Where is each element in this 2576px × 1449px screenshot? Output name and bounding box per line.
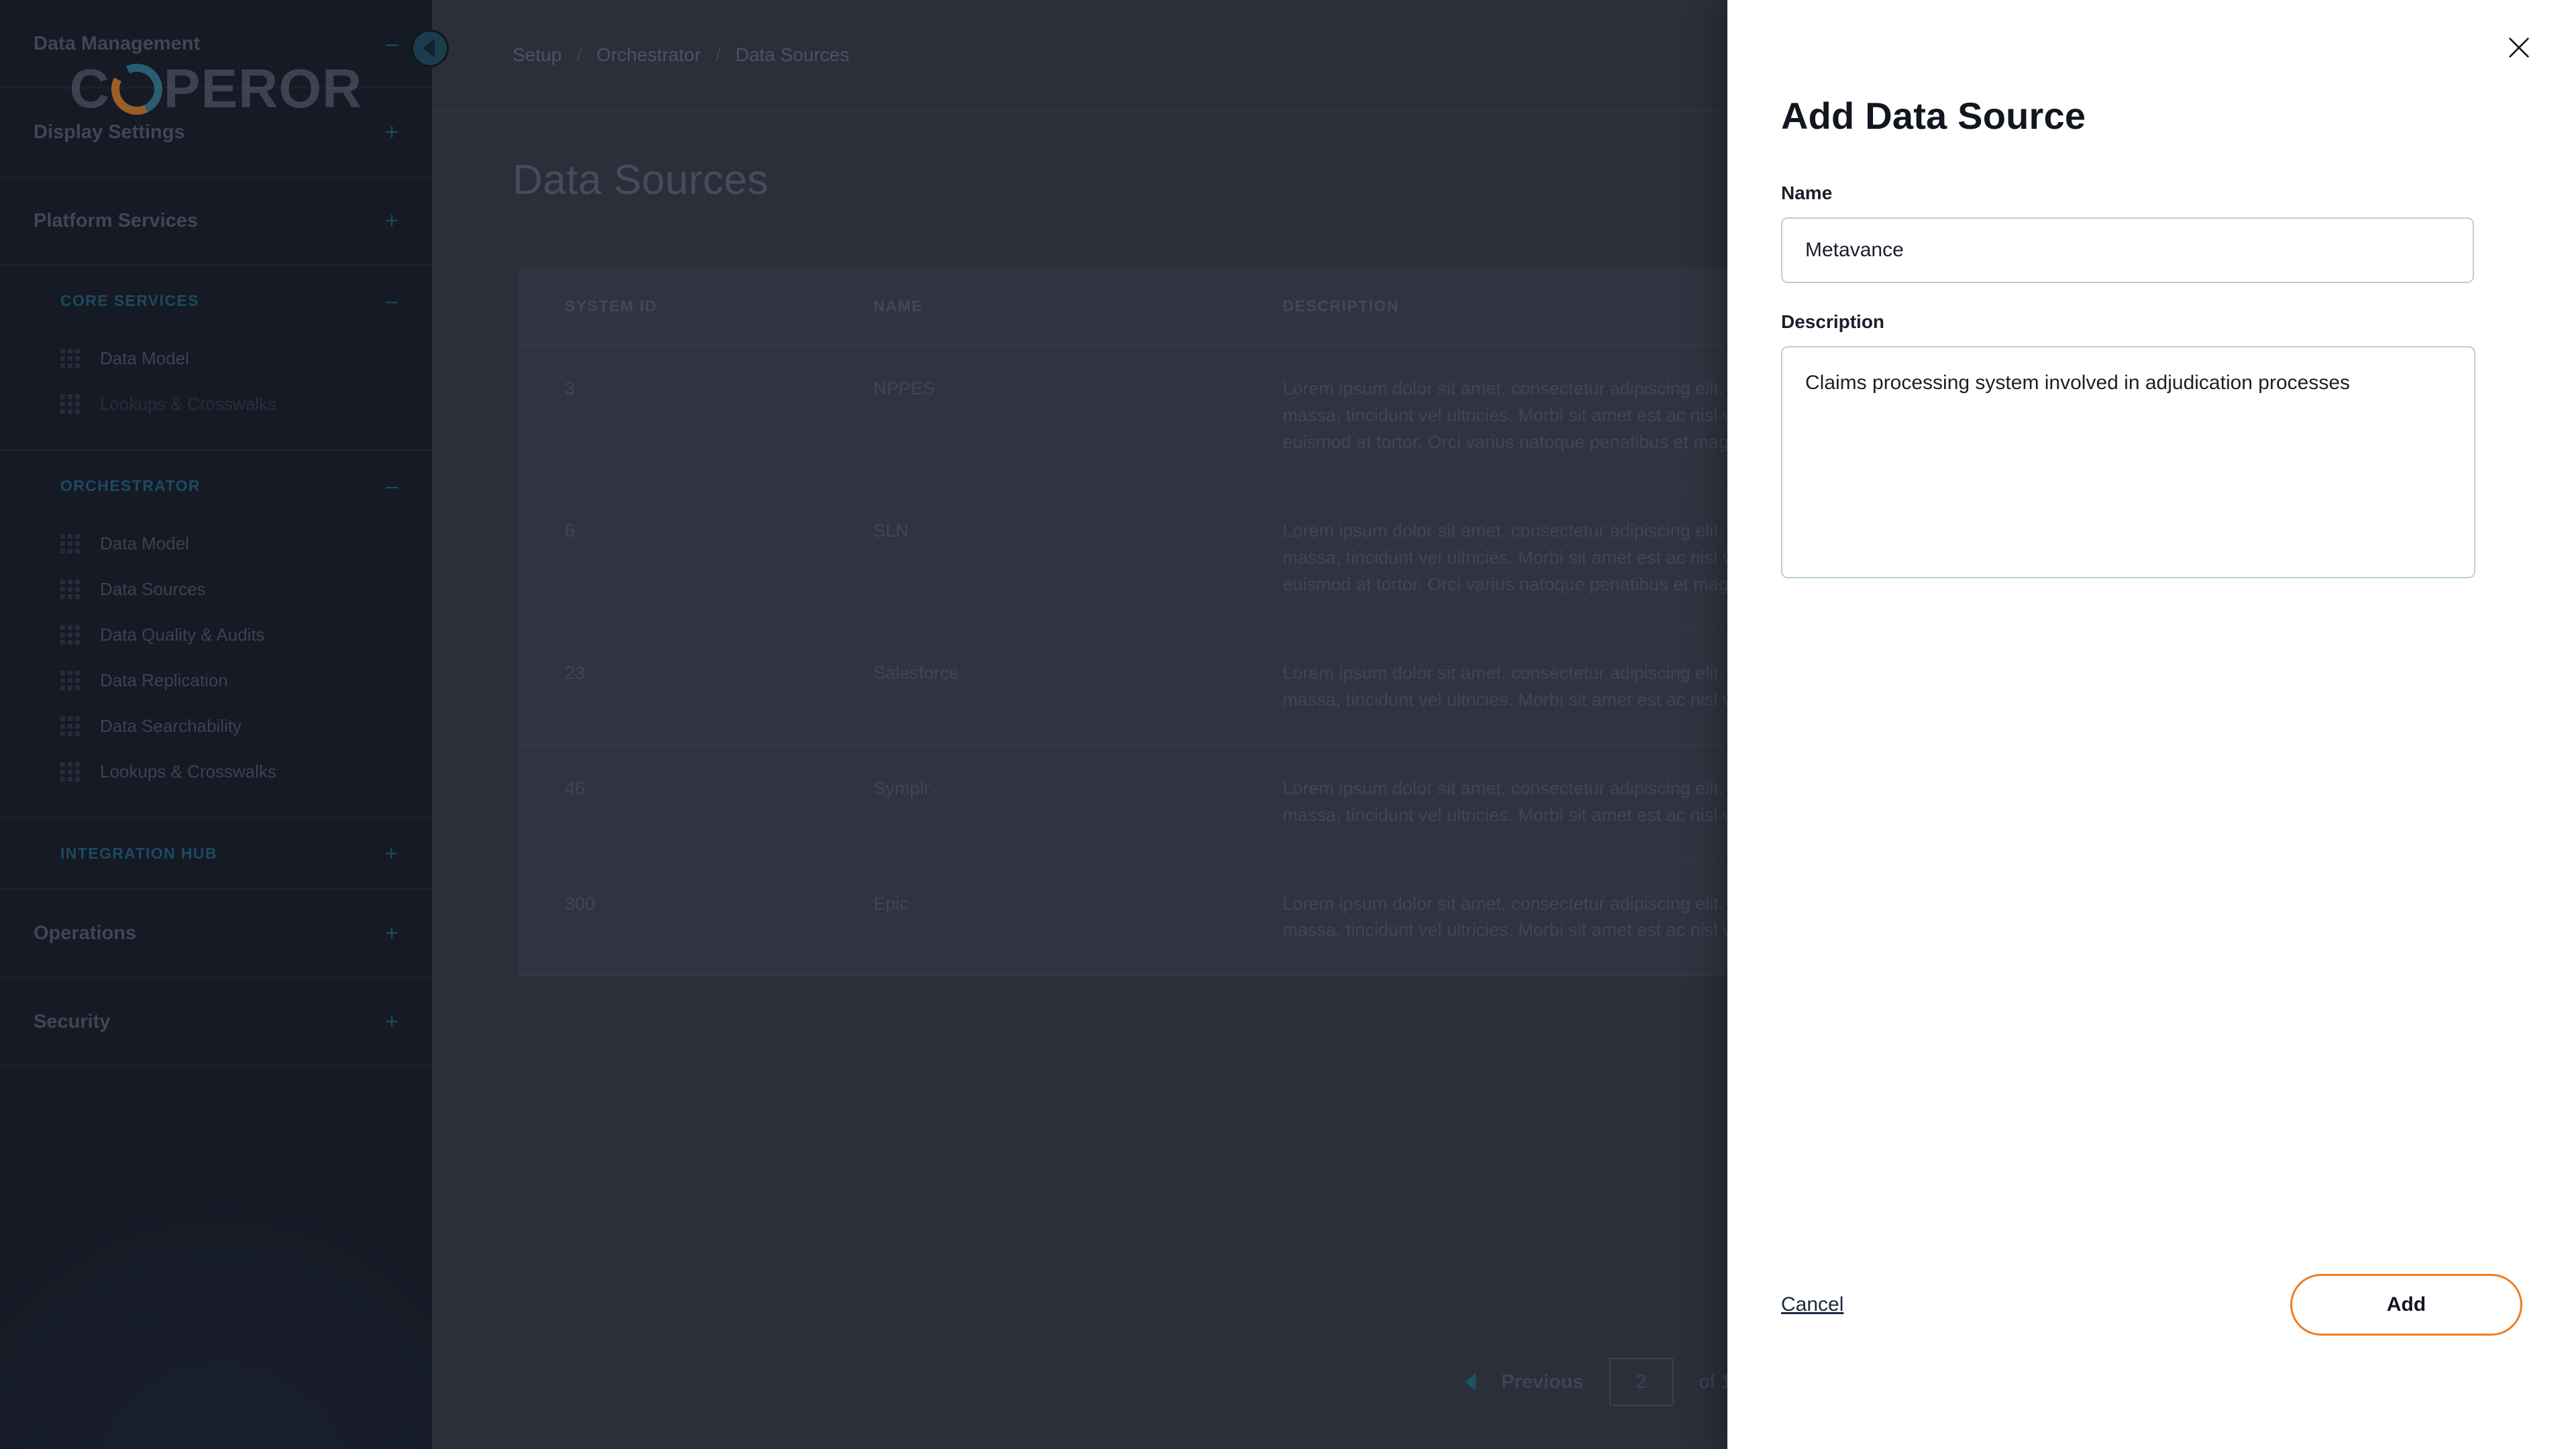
cell-name: Salesforce: [873, 662, 959, 683]
sidebar-group-label: Security: [34, 1010, 111, 1032]
name-input[interactable]: [1781, 217, 2474, 283]
sidebar-bottom-group-0[interactable]: Operations +: [0, 890, 432, 977]
sidebar-group-label: Operations: [34, 922, 137, 944]
sidebar-subsection: CORE SERVICES – Data Model Lookups & Crossw…: [0, 266, 432, 451]
sidebar-subsection-label: INTEGRATION HUB: [60, 844, 217, 862]
grid-dots-icon: [60, 761, 80, 782]
sidebar-subsection-1[interactable]: ORCHESTRATOR –: [0, 451, 432, 521]
sidebar-item-label: Lookups & Crosswalks: [100, 393, 276, 414]
panel-form: Name Description: [1781, 182, 2496, 582]
sidebar-group: Operations +: [0, 890, 432, 978]
sidebar-item[interactable]: Data Sources: [0, 566, 432, 612]
sidebar-item-label: Data Quality & Audits: [100, 624, 265, 645]
previous-arrow-icon: [1465, 1373, 1476, 1391]
grid-dots-icon: [60, 625, 80, 645]
sidebar-item-label: Data Model: [100, 347, 189, 368]
sidebar-subsection: ORCHESTRATOR – Data Model Data Sources Data …: [0, 451, 432, 818]
grid-dots-icon: [60, 579, 80, 599]
cell-name: NPPES: [873, 378, 935, 398]
grid-dots-icon: [60, 533, 80, 553]
sidebar-item-label: Data Searchability: [100, 715, 241, 736]
sidebar-item-label: Lookups & Crosswalks: [100, 761, 276, 782]
sidebar-item[interactable]: Data Searchability: [0, 703, 432, 749]
expand-toggle-icon[interactable]: –: [386, 475, 398, 496]
table-column-header: NAME: [873, 297, 923, 315]
sidebar-item-label: Data Model: [100, 533, 189, 553]
sidebar-subsection-label: CORE SERVICES: [60, 291, 199, 309]
breadcrumb-separator: /: [715, 44, 721, 65]
sidebar-item[interactable]: Data Quality & Audits: [0, 612, 432, 657]
close-icon[interactable]: [2500, 28, 2538, 67]
sidebar-group-label: Display Settings: [34, 121, 185, 143]
sidebar-item-label: Data Replication: [100, 669, 228, 690]
expand-toggle-icon[interactable]: +: [385, 922, 398, 945]
add-data-source-panel: Add Data Source Name Description Cancel …: [1727, 0, 2576, 1449]
expand-toggle-icon[interactable]: +: [385, 1010, 398, 1033]
sidebar-subsection-0[interactable]: CORE SERVICES –: [0, 266, 432, 335]
sidebar-collapse-button[interactable]: [411, 30, 449, 67]
table-column-header: SYSTEM ID: [565, 297, 657, 315]
panel-footer: Cancel Add: [1781, 1248, 2522, 1449]
grid-dots-icon: [60, 716, 80, 736]
sidebar-bottom-group-1[interactable]: Security +: [0, 978, 432, 1065]
expand-toggle-icon[interactable]: –: [386, 290, 398, 311]
sidebar-group: Security +: [0, 978, 432, 1067]
sidebar-item[interactable]: Lookups & Crosswalks: [0, 381, 432, 427]
sidebar-item-label: Data Sources: [100, 578, 206, 599]
name-label: Name: [1781, 182, 1833, 203]
cancel-button[interactable]: Cancel: [1781, 1293, 1843, 1316]
sidebar-group: Data Management –: [0, 0, 432, 89]
sidebar-item[interactable]: Lookups & Crosswalks: [0, 749, 432, 794]
previous-button[interactable]: Previous: [1501, 1371, 1584, 1393]
sidebar-subsection-2[interactable]: INTEGRATION HUB +: [0, 818, 432, 888]
sidebar-group-label: Data Management: [34, 32, 201, 54]
expand-toggle-icon[interactable]: +: [385, 843, 398, 864]
cell-name: Epic: [873, 893, 909, 914]
sidebar-item[interactable]: Data Replication: [0, 657, 432, 703]
cell-system-id: 3: [565, 378, 576, 398]
add-button[interactable]: Add: [2290, 1274, 2522, 1336]
breadcrumb-item[interactable]: Setup: [513, 44, 561, 66]
panel-title: Add Data Source: [1781, 95, 2086, 137]
description-input[interactable]: [1781, 346, 2475, 578]
cell-name: Symplr: [873, 777, 930, 798]
sidebar-subsection-label: ORCHESTRATOR: [60, 476, 201, 494]
sidebar-item[interactable]: Data Model: [0, 521, 432, 566]
app-root: C PEROR Data Management – Display Settings…: [0, 0, 2576, 1449]
breadcrumb-item[interactable]: Orchestrator: [596, 44, 701, 66]
sidebar: C PEROR Data Management – Display Settings…: [0, 0, 432, 1449]
sidebar-group-2[interactable]: Platform Services +: [0, 177, 432, 264]
sidebar-subsection: INTEGRATION HUB +: [0, 818, 432, 890]
sidebar-group: Platform Services +: [0, 177, 432, 266]
sidebar-decorative-glow: [0, 1194, 432, 1449]
grid-dots-icon: [60, 348, 80, 368]
cell-name: SLN: [873, 520, 909, 541]
sidebar-item[interactable]: Data Model: [0, 335, 432, 381]
grid-dots-icon: [60, 394, 80, 414]
breadcrumb-item[interactable]: Data Sources: [735, 44, 849, 66]
cell-system-id: 23: [565, 662, 586, 683]
description-label: Description: [1781, 311, 1885, 332]
grid-dots-icon: [60, 670, 80, 690]
breadcrumb-separator: /: [576, 44, 582, 65]
sidebar-nav: Data Management – Display Settings + Platfor…: [0, 0, 432, 1067]
expand-toggle-icon[interactable]: –: [386, 32, 398, 55]
chevron-left-icon: [423, 39, 435, 58]
sidebar-group: Display Settings +: [0, 89, 432, 177]
cell-system-id: 46: [565, 777, 586, 798]
sidebar-group-0[interactable]: Data Management –: [0, 0, 432, 87]
cell-system-id: 6: [565, 520, 576, 541]
name-field-block: Name: [1781, 182, 2496, 283]
cell-system-id: 300: [565, 893, 596, 914]
sidebar-group-label: Platform Services: [34, 209, 199, 231]
sidebar-group-1[interactable]: Display Settings +: [0, 89, 432, 176]
expand-toggle-icon[interactable]: +: [385, 121, 398, 144]
page-number-input[interactable]: 2: [1609, 1358, 1674, 1406]
description-field-block: Description: [1781, 311, 2496, 582]
expand-toggle-icon[interactable]: +: [385, 209, 398, 232]
